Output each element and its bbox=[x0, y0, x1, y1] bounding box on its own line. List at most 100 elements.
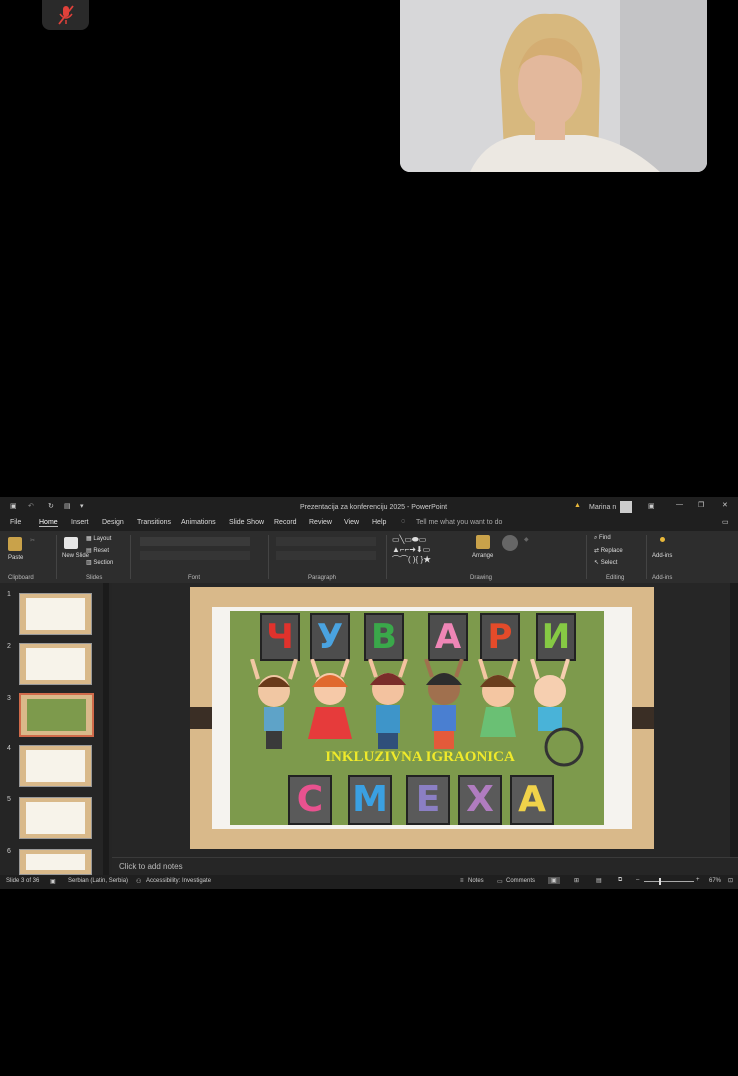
group-addins: Add-ins bbox=[652, 575, 673, 581]
thumbnail-slide-5[interactable] bbox=[19, 797, 92, 839]
paste-icon bbox=[8, 537, 22, 551]
slide-editing-area[interactable]: Ч У В А Р И INKLUZIVNA IGRAONICA С М Е Х… bbox=[112, 583, 730, 857]
addins-icon bbox=[660, 537, 665, 542]
thumbnail-scrollbar[interactable] bbox=[103, 583, 109, 875]
ribbon: Paste ✂ Clipboard New Slide ▦ Layout ▤ R… bbox=[0, 531, 738, 584]
ribbon-display-icon[interactable]: ▣ bbox=[648, 502, 655, 510]
zoom-slider-thumb[interactable] bbox=[659, 878, 661, 885]
thumbnail-slide-2[interactable] bbox=[19, 643, 92, 685]
slide-picture[interactable]: Ч У В А Р И INKLUZIVNA IGRAONICA С М Е Х… bbox=[230, 611, 604, 825]
mute-button[interactable] bbox=[42, 0, 89, 30]
select-label: Select bbox=[600, 560, 618, 566]
tab-slide-show[interactable]: Slide Show bbox=[229, 519, 264, 526]
font-format-row[interactable] bbox=[140, 551, 250, 560]
slide-scrollbar[interactable] bbox=[730, 583, 738, 857]
new-slide-button[interactable]: New Slide bbox=[62, 553, 89, 559]
powerpoint-window: ▣ ↶ ↻ ▤ ▾ Prezentacija za konferenciju 2… bbox=[0, 497, 738, 889]
undo-icon[interactable]: ↶ bbox=[28, 502, 34, 510]
thumb-number: 2 bbox=[7, 643, 11, 650]
slideshow-icon[interactable]: ⧉ bbox=[618, 877, 622, 884]
redo-icon[interactable]: ↻ bbox=[48, 502, 54, 510]
replace-button[interactable]: ⇄ Replace bbox=[594, 547, 623, 554]
paragraph-row-1[interactable] bbox=[276, 537, 376, 546]
tab-help[interactable]: Help bbox=[372, 519, 386, 526]
group-font: Font bbox=[188, 575, 201, 581]
font-name-box[interactable] bbox=[140, 537, 250, 546]
maximize-icon[interactable]: ❐ bbox=[698, 501, 704, 509]
ribbon-tabs: File Home Insert Design Transitions Anim… bbox=[0, 517, 738, 531]
spelling-icon[interactable]: ▣ bbox=[50, 878, 56, 885]
letter-tile: А bbox=[510, 775, 554, 825]
language-indicator[interactable]: Serbian (Latin, Serbia) bbox=[68, 878, 128, 884]
notes-icon: ≡ bbox=[460, 878, 464, 884]
notes-button[interactable]: Notes bbox=[468, 878, 484, 884]
tab-insert[interactable]: Insert bbox=[71, 519, 89, 526]
slide-sorter-icon[interactable]: ⊞ bbox=[574, 877, 579, 884]
arrange-button[interactable]: Arrange bbox=[472, 553, 493, 559]
group-editing: Editing bbox=[606, 575, 625, 581]
reset-button[interactable]: ▤ Reset bbox=[86, 547, 109, 554]
new-slide-icon bbox=[64, 537, 78, 549]
normal-view-icon[interactable]: ▣ bbox=[548, 877, 560, 884]
tab-animations[interactable]: Animations bbox=[181, 519, 216, 526]
mic-off-icon bbox=[57, 5, 74, 25]
find-button[interactable]: ⌕ Find bbox=[594, 535, 611, 542]
notes-pane[interactable]: Click to add notes bbox=[112, 857, 738, 876]
window-title: Prezentacija za konferenciju 2025 - Powe… bbox=[300, 504, 448, 511]
notes-placeholder[interactable]: Click to add notes bbox=[119, 862, 183, 871]
fit-slide-icon[interactable]: ⊡ bbox=[728, 877, 733, 884]
comments-icon[interactable]: ▭ bbox=[722, 518, 729, 526]
paragraph-row-2[interactable] bbox=[276, 551, 376, 560]
tab-file[interactable]: File bbox=[10, 519, 21, 526]
letter-tile: В bbox=[364, 613, 404, 661]
thumbnail-slide-3[interactable] bbox=[19, 693, 94, 737]
thumbnail-slide-1[interactable] bbox=[19, 593, 92, 635]
find-label: Find bbox=[599, 535, 611, 541]
group-paragraph: Paragraph bbox=[308, 575, 337, 581]
letter-tile: Х bbox=[458, 775, 502, 825]
slide-title[interactable]: INKLUZIVNA IGRAONICA bbox=[290, 749, 550, 766]
comments-status-icon: ▭ bbox=[497, 879, 503, 885]
slide-indicator: Slide 3 of 36 bbox=[6, 878, 40, 884]
current-slide[interactable]: Ч У В А Р И INKLUZIVNA IGRAONICA С М Е Х… bbox=[190, 587, 654, 849]
addins-button[interactable]: Add-ins bbox=[652, 553, 672, 559]
status-bar: Slide 3 of 36 ▣ Serbian (Latin, Serbia) … bbox=[0, 875, 738, 889]
accessibility-status[interactable]: Accessibility: Investigate bbox=[146, 878, 211, 884]
avatar[interactable] bbox=[620, 501, 632, 513]
select-button[interactable]: ↖ Select bbox=[594, 559, 617, 566]
layout-button[interactable]: ▦ Layout bbox=[86, 535, 111, 542]
present-icon[interactable]: ▤ bbox=[64, 502, 71, 510]
warning-icon: ▲ bbox=[574, 502, 581, 509]
shape-fill-icon[interactable]: ◆ bbox=[524, 536, 529, 543]
zoom-level[interactable]: 67% bbox=[709, 878, 721, 884]
participant-video bbox=[400, 0, 707, 172]
thumbnail-slide-6[interactable] bbox=[19, 849, 92, 875]
tab-home[interactable]: Home bbox=[39, 519, 58, 527]
tab-design[interactable]: Design bbox=[102, 519, 124, 526]
thumb-number: 4 bbox=[7, 745, 11, 752]
zoom-out-icon[interactable]: – bbox=[636, 877, 639, 883]
cut-icon[interactable]: ✂ bbox=[30, 537, 35, 544]
tab-transitions[interactable]: Transitions bbox=[137, 519, 171, 526]
close-icon[interactable]: ✕ bbox=[722, 501, 728, 509]
user-name[interactable]: Marina n bbox=[589, 504, 616, 511]
letter-tile: Е bbox=[406, 775, 450, 825]
reading-view-icon[interactable]: ▤ bbox=[596, 877, 602, 884]
tab-view[interactable]: View bbox=[344, 519, 359, 526]
section-label: Section bbox=[93, 560, 114, 566]
tab-review[interactable]: Review bbox=[309, 519, 332, 526]
zoom-slider[interactable] bbox=[644, 881, 694, 882]
thumbnail-slide-4[interactable] bbox=[19, 745, 92, 787]
minimize-icon[interactable]: — bbox=[676, 501, 683, 508]
comments-button[interactable]: Comments bbox=[506, 878, 535, 884]
zoom-in-icon[interactable]: + bbox=[696, 877, 700, 883]
quick-styles-icon[interactable] bbox=[502, 535, 518, 551]
shapes-gallery[interactable]: ▭╲▭⬬▭ ▲⌐⌐➜⬇▭ ⌒⌒( ){ }★ bbox=[392, 535, 466, 567]
tell-me-search[interactable]: Tell me what you want to do bbox=[416, 519, 502, 526]
customize-toolbar-icon[interactable]: ▾ bbox=[80, 502, 84, 510]
letter-tile: Ч bbox=[260, 613, 300, 661]
paste-button[interactable]: Paste bbox=[8, 555, 23, 561]
tab-record[interactable]: Record bbox=[274, 519, 297, 526]
section-button[interactable]: ▥ Section bbox=[86, 559, 113, 566]
save-icon[interactable]: ▣ bbox=[10, 502, 17, 510]
